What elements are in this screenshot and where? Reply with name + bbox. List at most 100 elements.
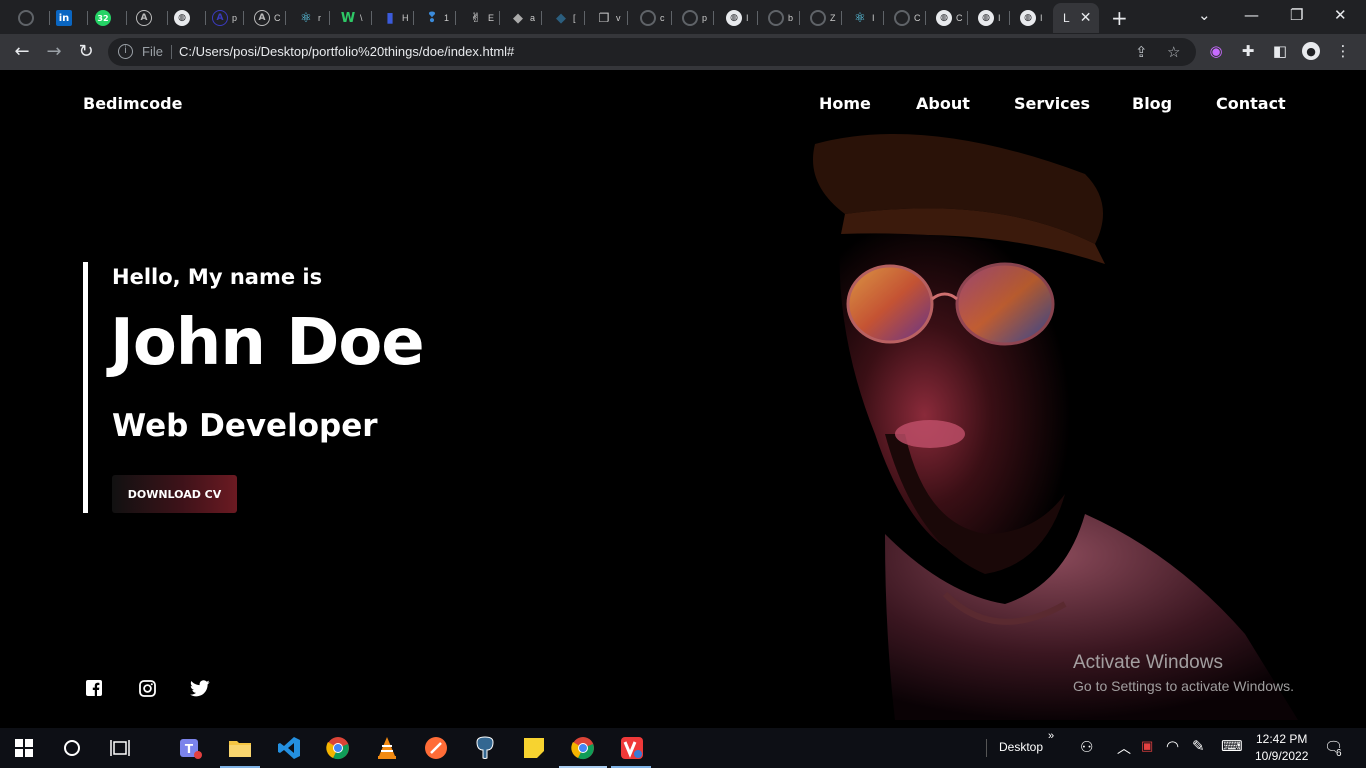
vlc-icon[interactable] bbox=[375, 736, 399, 760]
wifi-icon[interactable]: ◠ bbox=[1166, 737, 1179, 755]
github-icon bbox=[18, 10, 34, 26]
activate-windows-watermark: Activate Windows Go to Settings to activ… bbox=[1073, 652, 1294, 694]
chrome-icon[interactable] bbox=[326, 736, 350, 760]
hero-greeting: Hello, My name is bbox=[112, 265, 323, 289]
instagram-icon[interactable] bbox=[137, 678, 157, 698]
ace-icon: A bbox=[136, 10, 152, 26]
browser-toolbar: ← → ↻ i File C:/Users/posi/Desktop/portf… bbox=[0, 34, 1366, 70]
tab-react-i[interactable]: ⚛ I bbox=[846, 4, 884, 32]
w-icon: W bbox=[340, 10, 356, 26]
restore-button[interactable]: ❐ bbox=[1290, 6, 1303, 24]
tab-linkedin[interactable]: in bbox=[50, 4, 88, 32]
new-tab-button[interactable]: + bbox=[1111, 6, 1128, 30]
tab-globe-i[interactable]: ◍ I bbox=[720, 4, 758, 32]
tab-react[interactable]: ⚛ r bbox=[292, 4, 330, 32]
tab-bookmark-h[interactable]: ▮ H bbox=[376, 4, 414, 32]
globe-icon: ◍ bbox=[1020, 10, 1036, 26]
site-logo[interactable]: Bedimcode bbox=[83, 94, 182, 113]
nav-contact[interactable]: Contact bbox=[1216, 94, 1286, 113]
info-icon[interactable]: i bbox=[118, 44, 133, 59]
page-viewport: Bedimcode Home About Services Blog Conta… bbox=[0, 70, 1366, 728]
tab-github-p[interactable]: p bbox=[676, 4, 714, 32]
side-panel-icon[interactable]: ◧ bbox=[1271, 42, 1289, 60]
postgres-icon[interactable] bbox=[473, 736, 497, 760]
globe-icon: ◍ bbox=[726, 10, 742, 26]
address-bar[interactable]: i File C:/Users/posi/Desktop/portfolio%2… bbox=[108, 38, 1196, 66]
bookmark-icon: ▮ bbox=[386, 10, 394, 26]
facebook-icon[interactable] bbox=[84, 678, 104, 698]
bookmark-star-icon[interactable]: ☆ bbox=[1167, 43, 1180, 61]
tab-ace-p[interactable]: Ap bbox=[206, 4, 244, 32]
close-window-button[interactable]: ✕ bbox=[1334, 6, 1347, 24]
close-tab-icon[interactable]: ✕ bbox=[1080, 10, 1092, 26]
puzzle-extensions-icon[interactable]: ✚ bbox=[1239, 42, 1257, 60]
sticky-notes-icon[interactable] bbox=[522, 736, 546, 760]
tab-github-b[interactable]: b bbox=[762, 4, 800, 32]
reload-button[interactable]: ↻ bbox=[75, 41, 97, 62]
clock-date[interactable]: 10/9/2022 bbox=[1255, 749, 1308, 763]
toolbar-expand-icon[interactable]: » bbox=[1048, 730, 1054, 742]
tab-github-cc[interactable]: C bbox=[888, 4, 926, 32]
diamond-icon: ◆ bbox=[513, 10, 523, 26]
activate-windows-subtitle: Go to Settings to activate Windows. bbox=[1073, 678, 1294, 694]
vivaldi-icon[interactable] bbox=[620, 736, 644, 760]
twitter-icon[interactable] bbox=[190, 678, 210, 698]
github-icon bbox=[894, 10, 910, 26]
people-icon[interactable]: ⚇ bbox=[1080, 738, 1093, 756]
browser-tab-strip: in 32 A ◍ Ap AC ⚛ r W \ ▮ H ❢ 1 ✌ E ◆ a ◆[ ❐ v … bbox=[0, 0, 1366, 34]
notification-count-badge: 6 bbox=[1336, 748, 1342, 759]
tab-whatsapp[interactable]: 32 bbox=[89, 4, 127, 32]
nav-blog[interactable]: Blog bbox=[1132, 94, 1172, 113]
whatsapp-icon: 32 bbox=[95, 10, 111, 26]
ace-icon: A bbox=[212, 10, 228, 26]
globe-icon: ◍ bbox=[936, 10, 952, 26]
tab-files[interactable]: ❐ v bbox=[590, 4, 628, 32]
tab-ace[interactable]: A bbox=[130, 4, 168, 32]
desktop-toolbar-label[interactable]: Desktop bbox=[999, 740, 1043, 754]
url-text[interactable]: C:/Users/posi/Desktop/portfolio%20things… bbox=[179, 44, 514, 59]
tab-search-chevron-icon[interactable]: ⌄ bbox=[1198, 6, 1211, 24]
task-view-icon[interactable] bbox=[108, 736, 132, 760]
pen-icon[interactable]: ✎ bbox=[1192, 737, 1205, 755]
files-icon: ❐ bbox=[598, 11, 610, 25]
back-button[interactable]: ← bbox=[11, 41, 33, 62]
keyboard-icon[interactable]: ⌨ bbox=[1221, 737, 1243, 755]
tab-globe[interactable]: ◍ bbox=[168, 4, 206, 32]
share-icon[interactable]: ⇪ bbox=[1135, 43, 1148, 61]
tab-bookmark-1[interactable]: ❢ 1 bbox=[418, 4, 456, 32]
forward-button[interactable]: → bbox=[43, 41, 65, 62]
teams-icon[interactable]: T bbox=[178, 736, 202, 760]
extension-rainbow-icon[interactable]: ◉ bbox=[1207, 42, 1225, 60]
show-hidden-icons-chevron-icon[interactable]: ︿ bbox=[1117, 738, 1131, 758]
vscode-icon[interactable] bbox=[277, 736, 301, 760]
search-circle-icon[interactable] bbox=[60, 736, 84, 760]
hero-portrait-image bbox=[745, 134, 1298, 720]
tab-w[interactable]: W \ bbox=[334, 4, 372, 32]
file-explorer-icon[interactable] bbox=[228, 736, 252, 760]
tab-hand[interactable]: ✌ E bbox=[462, 4, 500, 32]
pdf-tray-icon[interactable]: ▣ bbox=[1141, 738, 1153, 754]
tab-globe-i3[interactable]: ◍ I bbox=[1014, 4, 1052, 32]
tab-github[interactable] bbox=[12, 4, 50, 32]
ace-icon: A bbox=[254, 10, 270, 26]
nav-home[interactable]: Home bbox=[819, 94, 871, 113]
profile-avatar-icon[interactable]: ● bbox=[1302, 42, 1320, 60]
tab-github-z[interactable]: Z bbox=[804, 4, 842, 32]
minimize-button[interactable]: — bbox=[1244, 6, 1259, 24]
postman-icon[interactable] bbox=[424, 736, 448, 760]
tab-active[interactable]: L ✕ bbox=[1053, 3, 1099, 33]
scheme-label: File bbox=[142, 44, 163, 59]
clock-time[interactable]: 12:42 PM bbox=[1256, 732, 1307, 746]
nav-about[interactable]: About bbox=[916, 94, 970, 113]
start-icon[interactable] bbox=[12, 736, 36, 760]
menu-kebab-icon[interactable]: ⋮ bbox=[1334, 42, 1352, 60]
chrome-icon[interactable] bbox=[571, 736, 595, 760]
tab-globe-c[interactable]: ◍ C bbox=[930, 4, 968, 32]
download-cv-button[interactable]: DOWNLOAD CV bbox=[112, 475, 237, 513]
tab-github-c[interactable]: c bbox=[634, 4, 672, 32]
nav-services[interactable]: Services bbox=[1014, 94, 1090, 113]
tab-diamond-bracket[interactable]: ◆[ bbox=[547, 4, 585, 32]
tab-ace-c[interactable]: AC bbox=[248, 4, 286, 32]
tab-diamond-a[interactable]: ◆ a bbox=[504, 4, 542, 32]
tab-globe-i2[interactable]: ◍ I bbox=[972, 4, 1010, 32]
